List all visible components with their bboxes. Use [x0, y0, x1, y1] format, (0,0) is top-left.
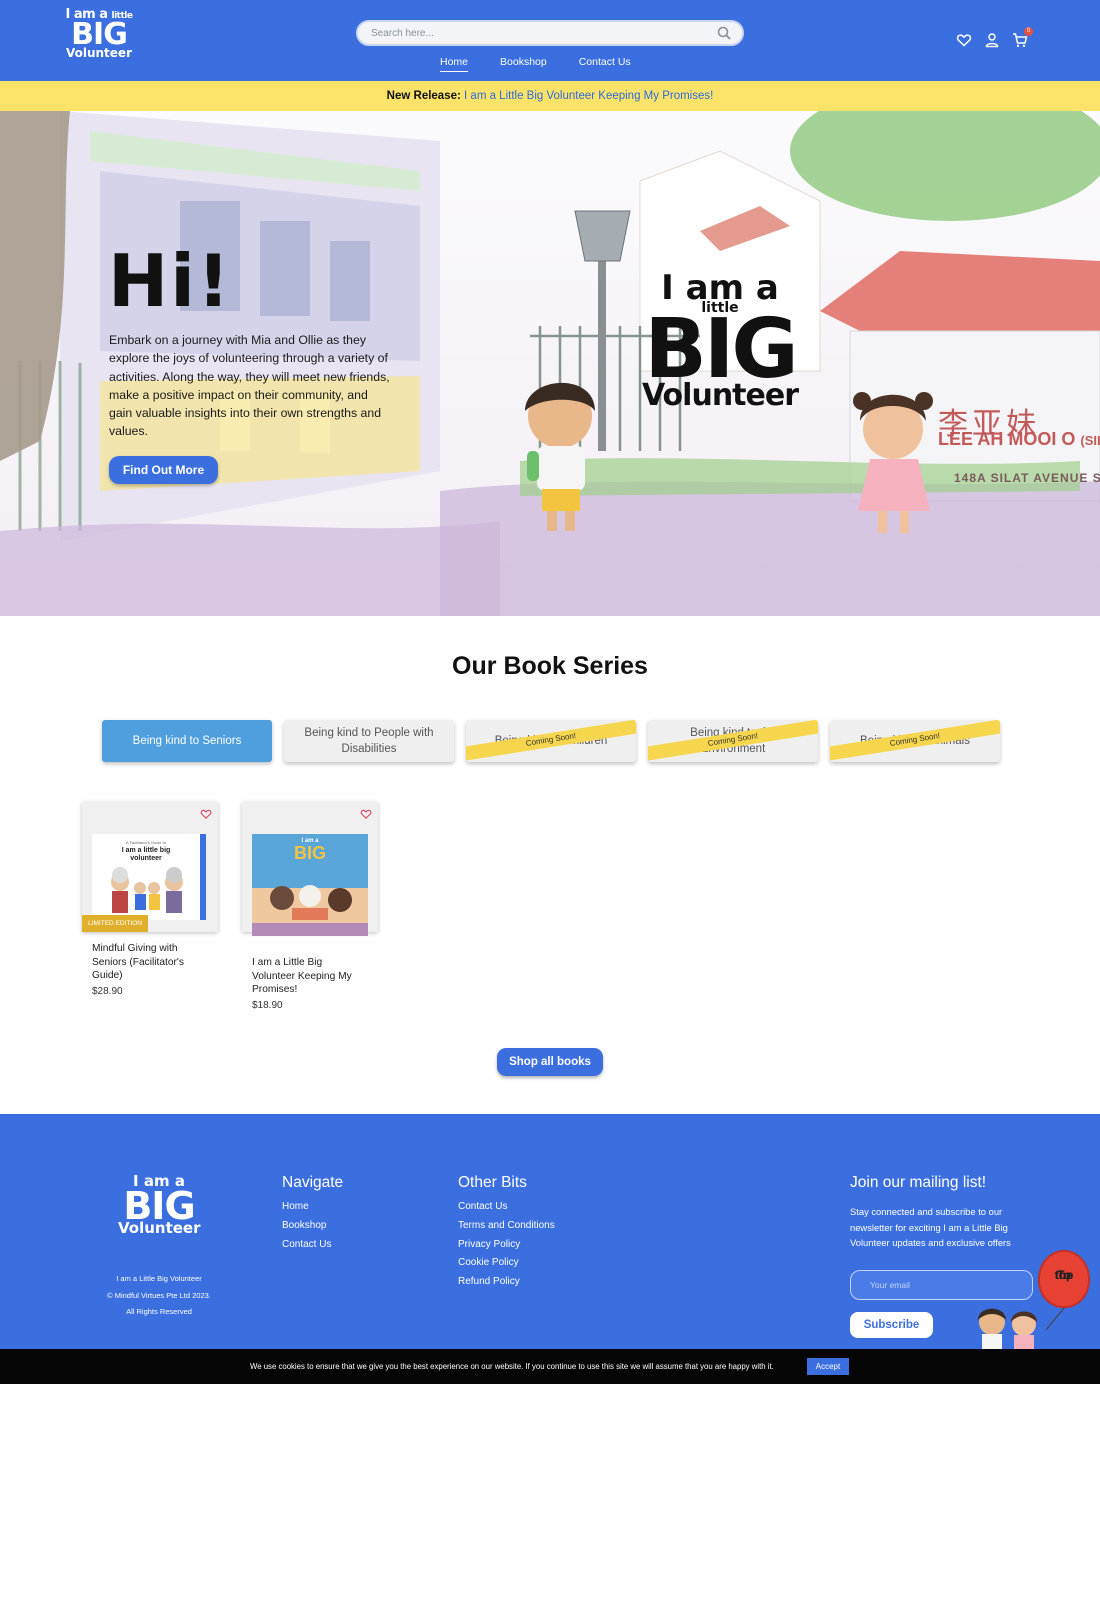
accept-cookies-button[interactable]: Accept	[807, 1358, 849, 1375]
cart-count-badge: 0	[1024, 27, 1033, 36]
site-footer: I am a BIG Volunteer I am a Little Big V…	[0, 1114, 1100, 1349]
shop-all-books-button[interactable]: Shop all books	[497, 1048, 603, 1076]
coming-soon-ribbon: Coming Soon!	[830, 720, 1000, 762]
product-image[interactable]: A Facilitator's Guide to I am a little b…	[82, 802, 218, 932]
product-name[interactable]: Mindful Giving with Seniors (Facilitator…	[82, 942, 202, 983]
nav-contact-us[interactable]: Contact Us	[579, 56, 631, 72]
footer-link-terms[interactable]: Terms and Conditions	[458, 1217, 555, 1236]
find-out-more-button[interactable]: Find Out More	[109, 456, 218, 484]
hero-greeting: Hi!	[108, 239, 232, 323]
book-cover-kicker: A Facilitator's Guide to	[126, 840, 166, 845]
mailing-list-title: Join our mailing list!	[850, 1174, 987, 1191]
footer-link-privacy[interactable]: Privacy Policy	[458, 1236, 555, 1255]
search-input[interactable]	[371, 22, 701, 44]
footer-logo-line-3: Volunteer	[118, 1219, 201, 1237]
footer-copyright: I am a Little Big Volunteer © Mindful Vi…	[80, 1271, 238, 1321]
announcement-bar: New Release: I am a Little Big Volunteer…	[0, 81, 1100, 111]
site-logo[interactable]: I am a little BIG Volunteer	[64, 8, 134, 72]
footer-link-refund[interactable]: Refund Policy	[458, 1273, 555, 1292]
footer-link-cookie[interactable]: Cookie Policy	[458, 1254, 555, 1273]
balloon-icon: To the top	[1038, 1250, 1090, 1308]
limited-edition-tag: LIMITED EDITION	[82, 915, 148, 932]
product-name[interactable]: I am a Little Big Volunteer Keeping My P…	[242, 956, 362, 997]
product-card-mindful-giving[interactable]: A Facilitator's Guide to I am a little b…	[82, 802, 218, 997]
footer-link-contact[interactable]: Contact Us	[458, 1198, 555, 1217]
footer-navigate: Navigate Home Bookshop Contact Us	[282, 1174, 343, 1254]
to-the-top-label: To the top	[1040, 1260, 1088, 1288]
series-tab-children[interactable]: Being kind to Children Coming Soon!	[466, 720, 636, 762]
product-price: $18.90	[252, 999, 283, 1011]
series-tab-label: Being kind to Seniors	[132, 735, 242, 747]
mailing-list: Join our mailing list! Stay connected an…	[850, 1174, 1030, 1251]
logo-line-3: Volunteer	[65, 46, 132, 60]
cart-button[interactable]: 0	[1012, 27, 1033, 48]
series-tab-environment[interactable]: Being kind to the Environment Coming Soo…	[648, 720, 818, 762]
book-cover-title: BIG	[293, 843, 326, 863]
to-the-top-button[interactable]: To the top	[968, 1250, 1092, 1350]
heart-icon[interactable]	[956, 32, 972, 48]
sign-name-text: LEE AH MOOI O	[938, 429, 1076, 449]
footer-logo[interactable]: I am a BIG Volunteer	[118, 1174, 201, 1237]
sign-sub-text: (SILA	[1080, 433, 1100, 448]
book-cover-illustration	[252, 885, 368, 936]
footer-copy-line-1: I am a Little Big Volunteer	[116, 1274, 202, 1283]
wishlist-heart-icon[interactable]	[200, 808, 212, 820]
footer-copy-line-3: All Rights Reserved	[126, 1307, 192, 1316]
footer-link-bookshop[interactable]: Bookshop	[282, 1217, 343, 1236]
cookie-bar: We use cookies to ensure that we give yo…	[0, 1349, 1100, 1384]
hero-description: Embark on a journey with Mia and Ollie a…	[109, 333, 390, 439]
header-icons: 0	[956, 27, 1033, 48]
sign-name: LEE AH MOOI O (SILA	[938, 429, 1100, 450]
search-bar	[356, 20, 744, 46]
series-tab-label: Being kind to People with Disabilities	[304, 727, 434, 755]
footer-other-bits-title: Other Bits	[458, 1174, 527, 1191]
to-top-line-3: top	[1054, 1268, 1074, 1282]
subscribe-button[interactable]: Subscribe	[850, 1312, 933, 1338]
announcement-label: New Release:	[386, 90, 461, 102]
book-series-title: Our Book Series	[452, 652, 648, 680]
hero-logo-line-4: Volunteer	[641, 378, 799, 413]
coming-soon-ribbon: Coming Soon!	[466, 720, 636, 762]
footer-other-bits: Other Bits Contact Us Terms and Conditio…	[458, 1174, 555, 1292]
search-icon[interactable]	[716, 25, 732, 41]
cookie-text: We use cookies to ensure that we give yo…	[250, 1362, 774, 1371]
book-cover-illustration	[111, 867, 183, 913]
site-header: I am a little BIG Volunteer Home Booksho…	[0, 0, 1100, 81]
footer-link-home[interactable]: Home	[282, 1198, 343, 1217]
mailing-list-text: Stay connected and subscribe to our news…	[850, 1206, 1011, 1248]
sign-address: 148A SILAT AVENUE S	[954, 471, 1100, 485]
book-cover: A Facilitator's Guide to I am a little b…	[92, 834, 206, 920]
announcement-link[interactable]: I am a Little Big Volunteer Keeping My P…	[464, 90, 713, 102]
nav-home[interactable]: Home	[440, 56, 469, 72]
series-tabs: Being kind to Seniors Being kind to Peop…	[102, 720, 1000, 762]
book-cover-title: I am a little big volunteer	[121, 847, 171, 862]
footer-navigate-title: Navigate	[282, 1174, 344, 1191]
book-cover: I am a BIG	[252, 834, 368, 936]
footer-copy-line-2: © Mindful Virtues Pte Ltd 2023.	[107, 1290, 211, 1300]
main-nav: Home Bookshop Contact Us	[440, 56, 631, 72]
product-price: $28.90	[92, 985, 123, 997]
user-icon[interactable]	[984, 32, 1000, 48]
wishlist-heart-icon[interactable]	[360, 808, 372, 820]
product-image[interactable]: I am a BIG	[242, 802, 378, 936]
series-tab-animals[interactable]: Being kind to Animals Coming Soon!	[830, 720, 1000, 762]
series-tab-seniors[interactable]: Being kind to Seniors	[102, 720, 272, 762]
hero-banner: Hi! Embark on a journey with Mia and Oll…	[0, 111, 1100, 616]
hero-logo: I am a little BIG Volunteer	[630, 271, 810, 441]
nav-bookshop[interactable]: Bookshop	[500, 56, 547, 72]
footer-link-contact-us[interactable]: Contact Us	[282, 1236, 343, 1255]
series-tab-disabilities[interactable]: Being kind to People with Disabilities	[284, 720, 454, 762]
product-card-keeping-my-promises[interactable]: I am a BIG I am a Little Big Volunteer K…	[242, 802, 378, 1011]
